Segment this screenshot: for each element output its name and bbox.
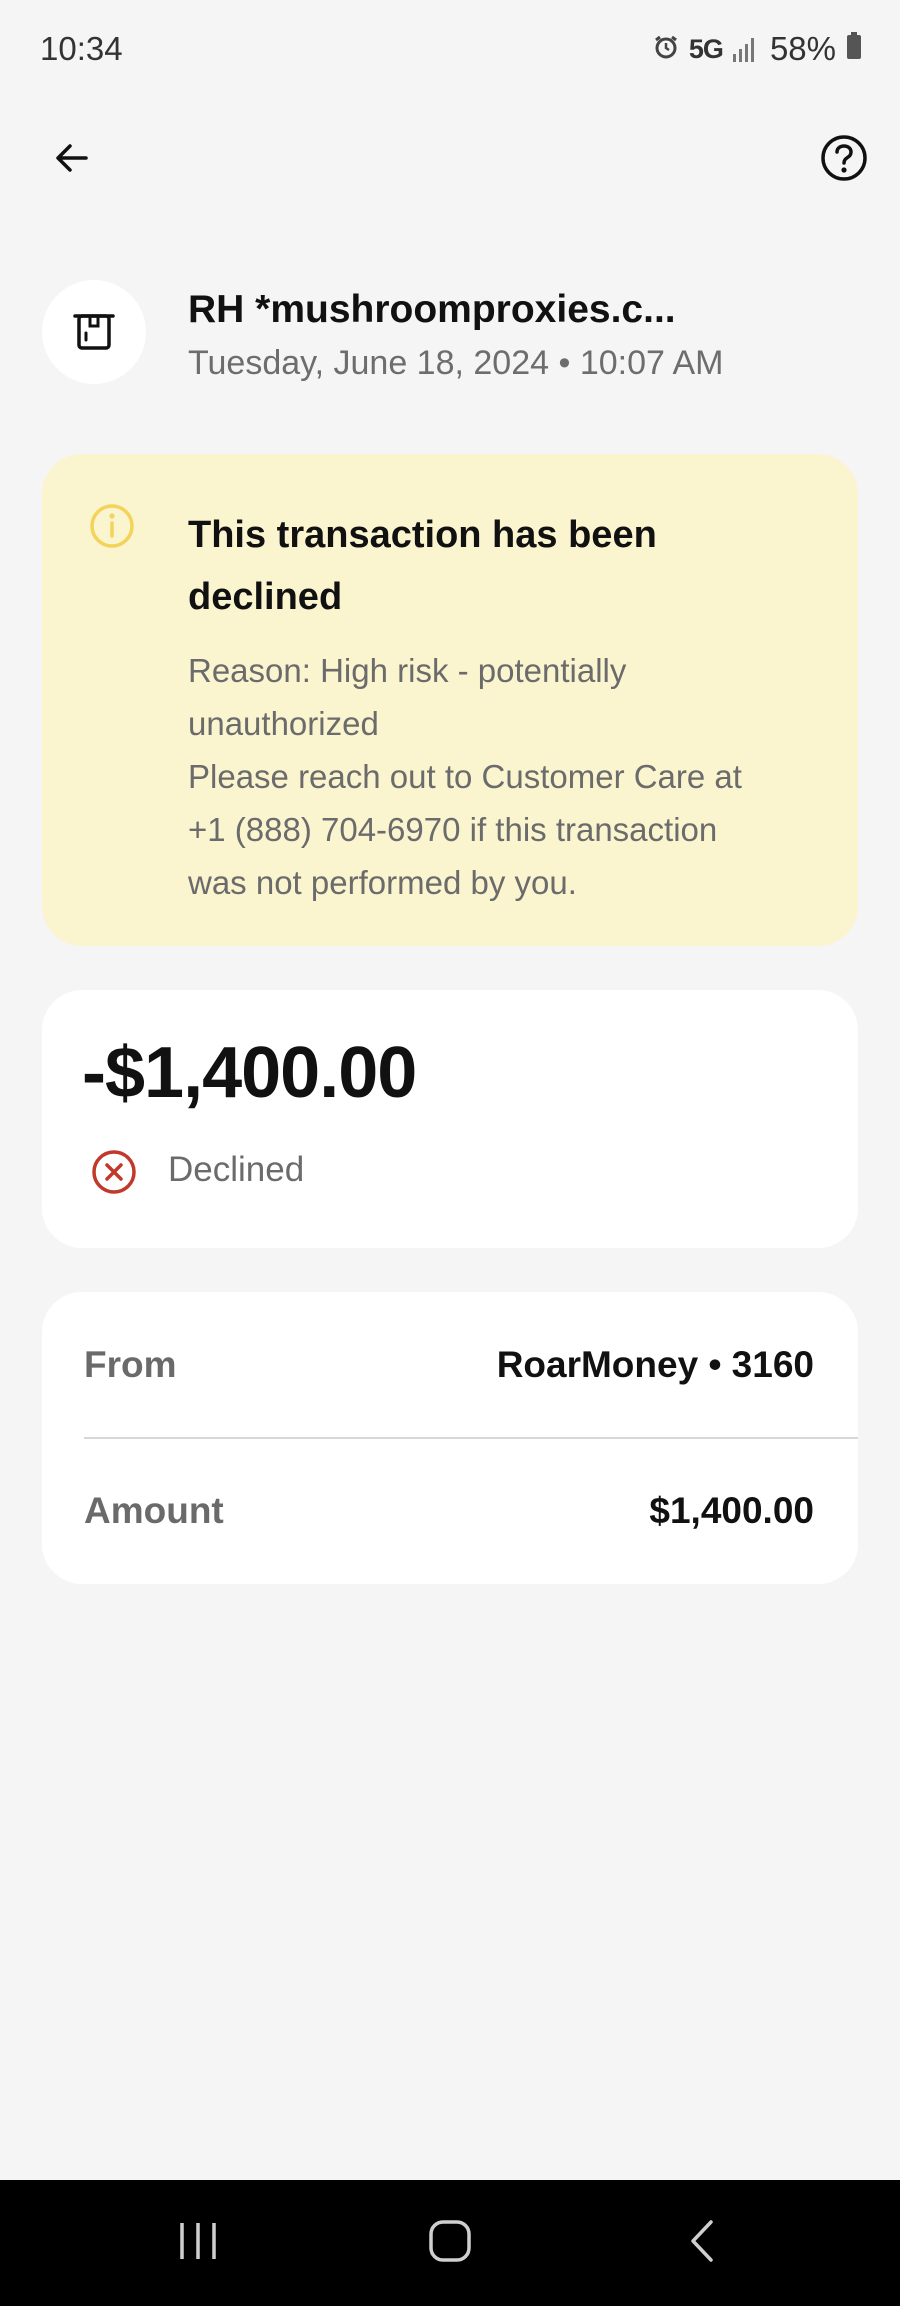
alert-phone-line: +1 (888) 704-6970 if this transaction <box>188 811 718 848</box>
status-bar: 10:34 5G 58% <box>0 0 900 100</box>
alert-title: This transaction has been declined <box>188 514 657 618</box>
network-type: 5G <box>688 33 724 64</box>
amount-card: -$1,400.00 Declined <box>42 990 858 1248</box>
recents-button[interactable] <box>118 2180 278 2306</box>
merchant-name: RH *mushroomproxies.c... <box>188 288 676 331</box>
battery-percent: 58% <box>769 30 836 67</box>
signal-icon <box>732 36 754 62</box>
merchant-logo <box>42 280 146 384</box>
status-time: 10:34 <box>40 30 123 67</box>
detail-label: Amount <box>84 1490 224 1531</box>
detail-row-amount: Amount $1,400.00 <box>84 1438 858 1584</box>
merchant-store-icon <box>70 306 118 359</box>
detail-row-from: From RoarMoney • 3160 <box>84 1292 858 1438</box>
alert-message: Reason: High risk - potentially unauthor… <box>188 644 828 909</box>
help-button[interactable] <box>804 120 884 200</box>
status-badge: Declined <box>168 1150 305 1189</box>
back-icon <box>687 2218 717 2269</box>
detail-label: From <box>84 1344 177 1385</box>
alarm-icon <box>653 30 679 68</box>
merchant-header: RH *mushroomproxies.c... Tuesday, June 1… <box>42 280 862 386</box>
detail-value: RoarMoney • 3160 <box>496 1344 814 1385</box>
system-back-button[interactable] <box>622 2180 782 2306</box>
details-card: From RoarMoney • 3160 Amount $1,400.00 <box>42 1292 858 1584</box>
declined-alert: This transaction has been declined Reaso… <box>42 454 858 946</box>
status-indicators: 5G 58% <box>653 30 862 68</box>
home-button[interactable] <box>370 2180 530 2306</box>
back-button[interactable] <box>32 120 112 200</box>
system-nav-bar <box>0 2180 900 2306</box>
x-circle-icon <box>90 1148 138 1201</box>
alert-line: Please reach out to Customer Care at <box>188 758 742 795</box>
home-icon <box>427 2218 473 2269</box>
transaction-date: Tuesday, June 18, 2024 • 10:07 AM <box>188 344 724 382</box>
arrow-left-icon <box>52 138 92 183</box>
detail-value: $1,400.00 <box>649 1490 814 1531</box>
alert-line: was not performed by you. <box>188 864 577 901</box>
transaction-amount: -$1,400.00 <box>82 1033 417 1113</box>
recents-icon <box>175 2221 221 2266</box>
alert-line: Reason: High risk - potentially <box>188 652 627 689</box>
battery-icon <box>846 30 862 68</box>
alert-line: unauthorized <box>188 705 379 742</box>
info-circle-icon <box>88 502 136 555</box>
question-circle-icon <box>819 133 869 188</box>
